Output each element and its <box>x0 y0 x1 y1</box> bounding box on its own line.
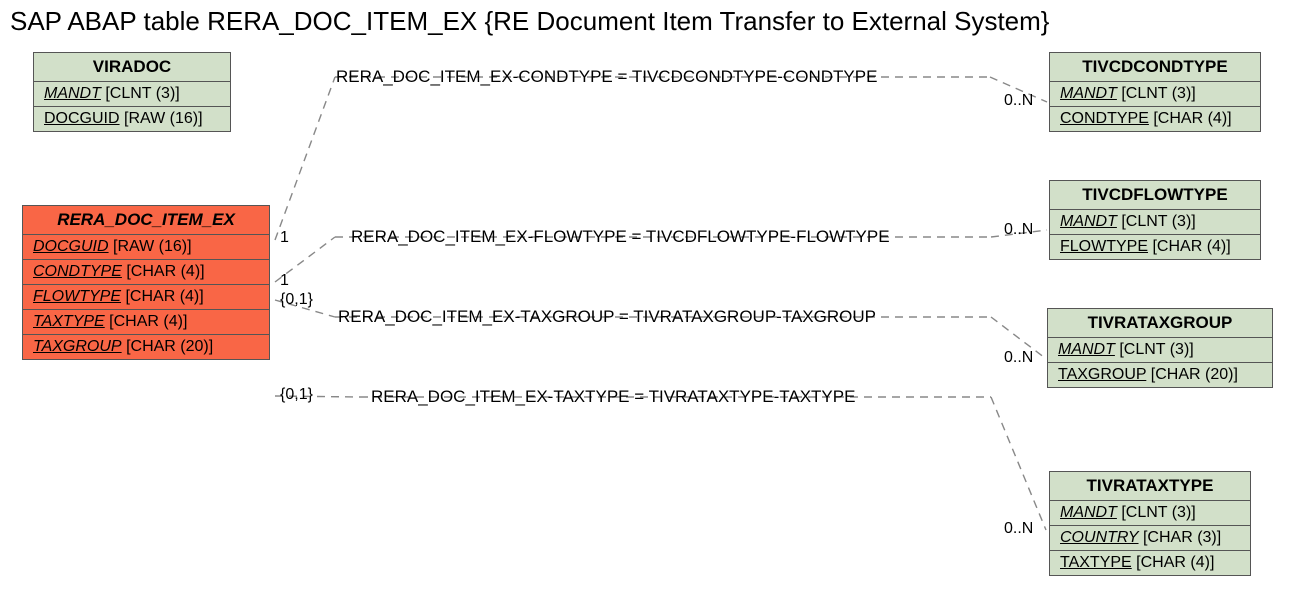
entity-tivrataxtype: TIVRATAXTYPE MANDT [CLNT (3)] COUNTRY [C… <box>1049 471 1251 576</box>
cardinality-left: 1 <box>280 272 289 290</box>
cardinality-right: 0..N <box>1004 92 1033 110</box>
entity-header: TIVRATAXTYPE <box>1050 472 1250 501</box>
entity-viradoc: VIRADOC MANDT [CLNT (3)] DOCGUID [RAW (1… <box>33 52 231 132</box>
cardinality-left: {0,1} <box>280 386 313 404</box>
cardinality-right: 0..N <box>1004 349 1033 367</box>
cardinality-right: 0..N <box>1004 221 1033 239</box>
entity-field: MANDT [CLNT (3)] <box>1050 501 1250 526</box>
entity-rera-doc-item-ex: RERA_DOC_ITEM_EX DOCGUID [RAW (16)] COND… <box>22 205 270 360</box>
entity-header: RERA_DOC_ITEM_EX <box>23 206 269 235</box>
entity-field: TAXTYPE [CHAR (4)] <box>1050 551 1250 575</box>
entity-tivrataxgroup: TIVRATAXGROUP MANDT [CLNT (3)] TAXGROUP … <box>1047 308 1273 388</box>
entity-field: MANDT [CLNT (3)] <box>1048 338 1272 363</box>
entity-header: TIVRATAXGROUP <box>1048 309 1272 338</box>
entity-field: MANDT [CLNT (3)] <box>1050 82 1260 107</box>
entity-field: MANDT [CLNT (3)] <box>34 82 230 107</box>
relation-label-flowtype: RERA_DOC_ITEM_EX-FLOWTYPE = TIVCDFLOWTYP… <box>351 227 890 247</box>
entity-field: CONDTYPE [CHAR (4)] <box>1050 107 1260 131</box>
entity-header: TIVCDFLOWTYPE <box>1050 181 1260 210</box>
cardinality-left: 1 <box>280 229 289 247</box>
entity-field: DOCGUID [RAW (16)] <box>23 235 269 260</box>
entity-field: TAXGROUP [CHAR (20)] <box>1048 363 1272 387</box>
entity-field: FLOWTYPE [CHAR (4)] <box>1050 235 1260 259</box>
diagram-title: SAP ABAP table RERA_DOC_ITEM_EX {RE Docu… <box>10 6 1049 37</box>
relation-label-condtype: RERA_DOC_ITEM_EX-CONDTYPE = TIVCDCONDTYP… <box>336 67 877 87</box>
relation-label-taxgroup: RERA_DOC_ITEM_EX-TAXGROUP = TIVRATAXGROU… <box>338 307 876 327</box>
entity-field: FLOWTYPE [CHAR (4)] <box>23 285 269 310</box>
cardinality-right: 0..N <box>1004 520 1033 538</box>
entity-field: CONDTYPE [CHAR (4)] <box>23 260 269 285</box>
entity-tivcdcondtype: TIVCDCONDTYPE MANDT [CLNT (3)] CONDTYPE … <box>1049 52 1261 132</box>
entity-field: DOCGUID [RAW (16)] <box>34 107 230 131</box>
entity-field: MANDT [CLNT (3)] <box>1050 210 1260 235</box>
entity-field: TAXGROUP [CHAR (20)] <box>23 335 269 359</box>
entity-header: TIVCDCONDTYPE <box>1050 53 1260 82</box>
entity-field: TAXTYPE [CHAR (4)] <box>23 310 269 335</box>
entity-tivcdflowtype: TIVCDFLOWTYPE MANDT [CLNT (3)] FLOWTYPE … <box>1049 180 1261 260</box>
entity-header: VIRADOC <box>34 53 230 82</box>
entity-field: COUNTRY [CHAR (3)] <box>1050 526 1250 551</box>
cardinality-left: {0,1} <box>280 291 313 309</box>
relation-label-taxtype: RERA_DOC_ITEM_EX-TAXTYPE = TIVRATAXTYPE-… <box>371 387 855 407</box>
